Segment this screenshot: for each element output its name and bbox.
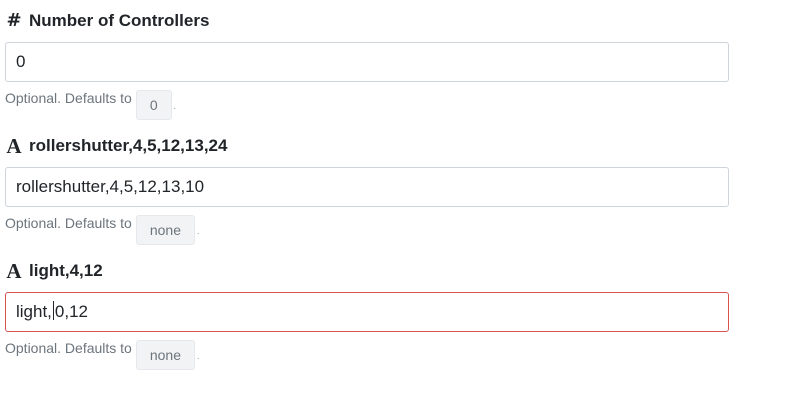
light-input[interactable]: light, 0,12 bbox=[5, 292, 729, 332]
help-suffix: . bbox=[197, 352, 200, 361]
help-suffix: . bbox=[173, 102, 176, 111]
field-label-row: A rollershutter,4,5,12,13,24 bbox=[5, 133, 729, 159]
input-value-after-caret: 0,12 bbox=[54, 302, 89, 321]
help-prefix: Optional. Defaults to bbox=[5, 340, 132, 356]
field-number-of-controllers: # Number of Controllers 0 Optional. Defa… bbox=[5, 8, 729, 120]
input-value-before-caret: light, bbox=[16, 302, 52, 321]
help-text: Optional. Defaults to none . bbox=[5, 339, 729, 370]
help-text: Optional. Defaults to 0 . bbox=[5, 89, 729, 120]
field-light: A light,4,12 light, 0,12 Optional. Defaul… bbox=[5, 258, 729, 370]
help-prefix: Optional. Defaults to bbox=[5, 215, 132, 231]
help-text: Optional. Defaults to none . bbox=[5, 214, 729, 245]
text-type-icon: A bbox=[6, 133, 22, 158]
help-prefix: Optional. Defaults to bbox=[5, 90, 132, 106]
input-value: 0 bbox=[16, 52, 26, 71]
field-label: Number of Controllers bbox=[29, 11, 210, 30]
text-caret bbox=[52, 301, 54, 320]
rollershutter-input[interactable]: rollershutter,4,5,12,13,10 bbox=[5, 167, 729, 207]
field-label-row: # Number of Controllers bbox=[5, 8, 729, 34]
default-value-badge: none bbox=[135, 215, 196, 245]
field-rollershutter: A rollershutter,4,5,12,13,24 rollershutt… bbox=[5, 133, 729, 245]
hash-icon: # bbox=[6, 10, 22, 31]
field-label: light,4,12 bbox=[29, 261, 103, 280]
number-of-controllers-input[interactable]: 0 bbox=[5, 42, 729, 82]
input-value: rollershutter,4,5,12,13,10 bbox=[16, 177, 205, 196]
default-value-badge: none bbox=[135, 340, 196, 370]
text-type-icon: A bbox=[6, 258, 22, 283]
default-value-badge: 0 bbox=[135, 90, 172, 120]
help-suffix: . bbox=[197, 227, 200, 236]
field-label: rollershutter,4,5,12,13,24 bbox=[29, 136, 228, 155]
field-label-row: A light,4,12 bbox=[5, 258, 729, 284]
